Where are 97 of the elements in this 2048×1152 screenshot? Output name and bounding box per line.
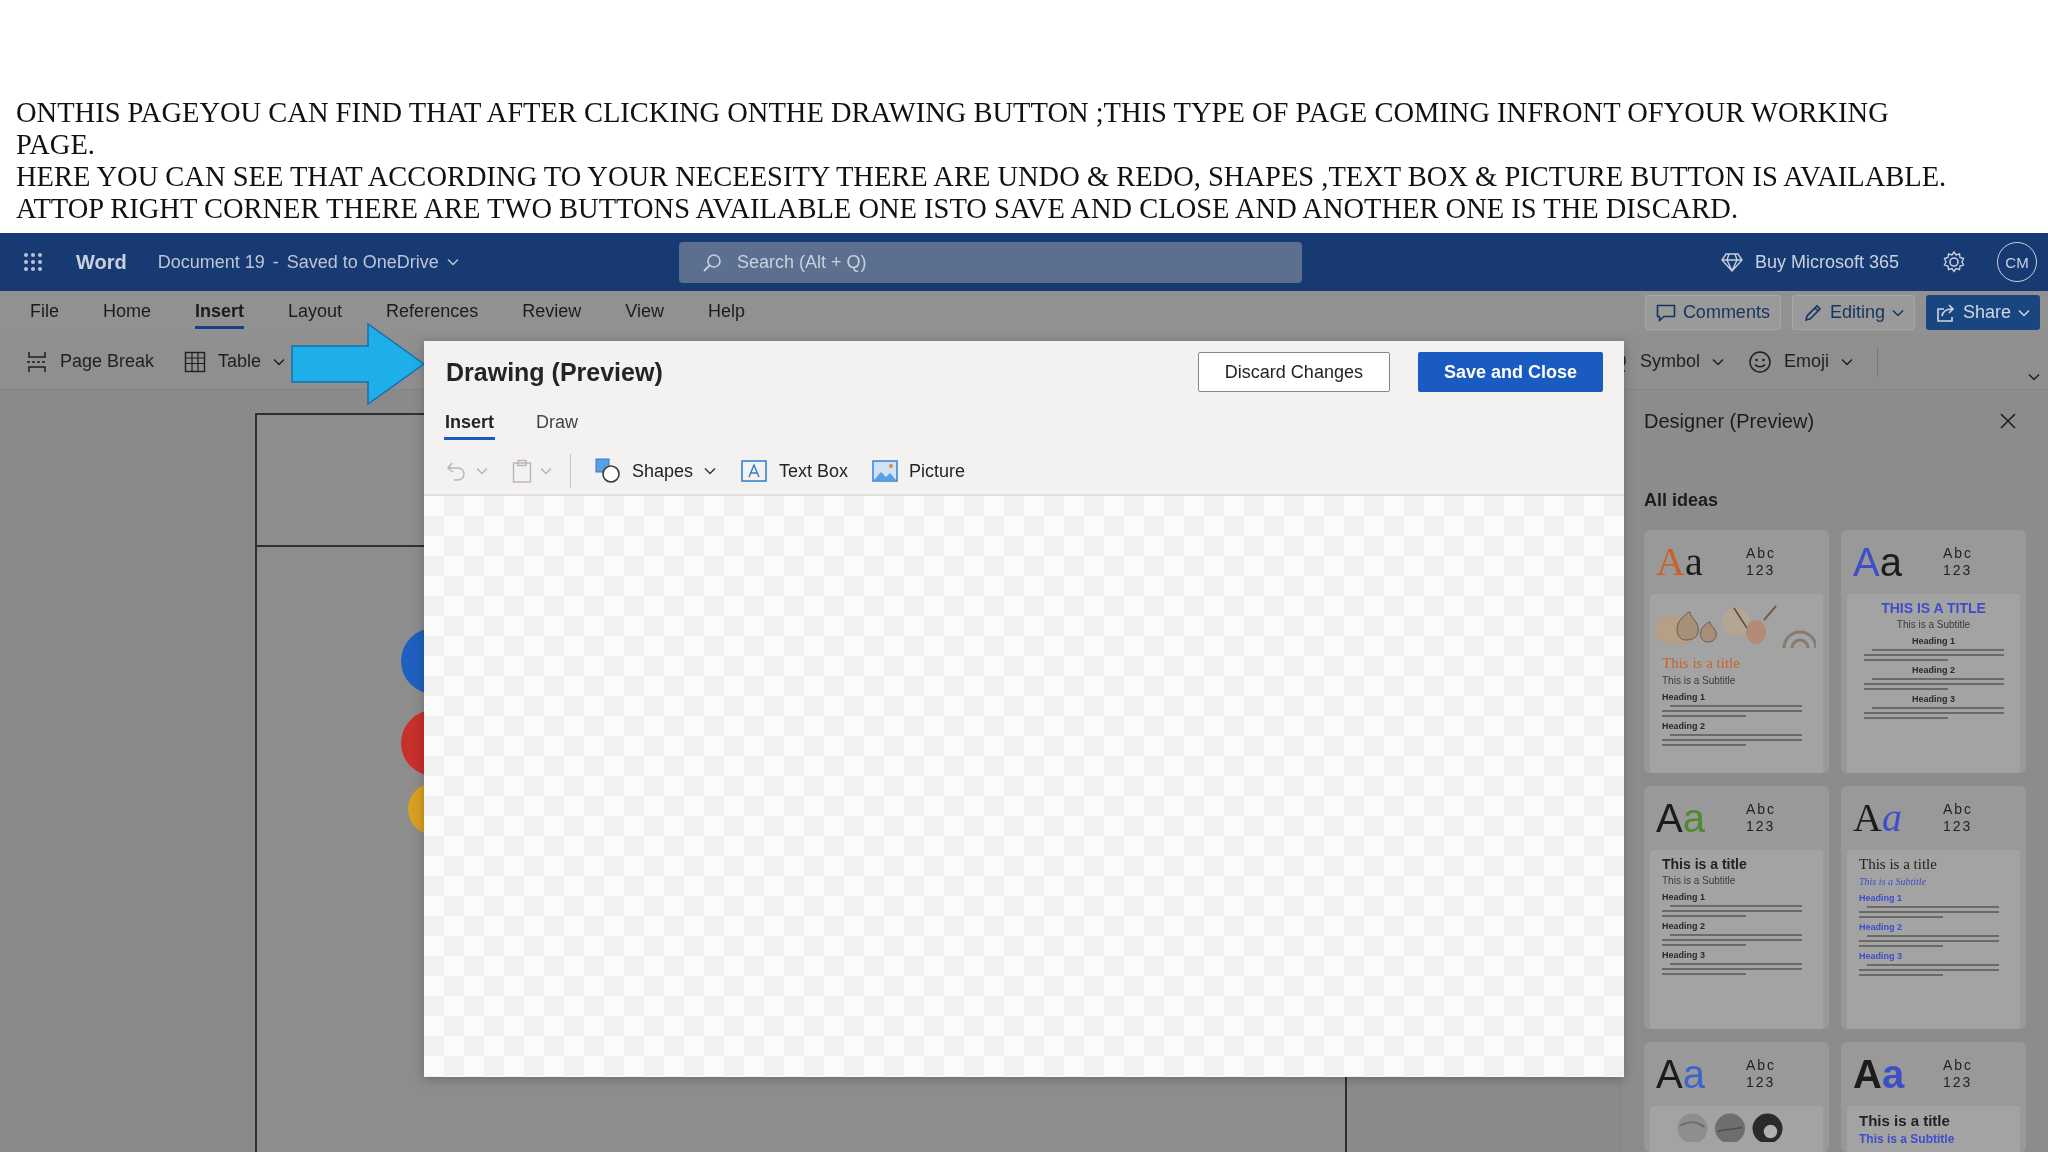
shapes-icon [595, 458, 621, 484]
section-heading: All ideas [1644, 490, 1720, 511]
text-box-icon [740, 459, 769, 483]
ribbon-tab[interactable]: View [625, 296, 664, 329]
sample-digits: 123 [1943, 562, 1974, 579]
ribbon-tab[interactable]: Insert [195, 296, 245, 329]
font-sample: Aa [1852, 798, 1903, 838]
ribbon-action-button[interactable]: Share [1925, 295, 2040, 330]
diamond-icon [1720, 252, 1743, 272]
sample-digits: 123 [1746, 818, 1777, 835]
font-sample: Aa [1852, 1054, 1906, 1094]
preview-heading: Heading 2 [1859, 922, 1902, 932]
preview-subtitle: This is a Subtitle [1662, 675, 1736, 686]
sample-digits: 123 [1746, 562, 1777, 579]
sample-digits: 123 [1943, 1074, 1974, 1091]
preview-subtitle: This is a Subtitle [1859, 1132, 1955, 1146]
design-idea-card[interactable]: Aa Abc 123 [1644, 1042, 1829, 1152]
preview-title: This is a title [1859, 1112, 1950, 1129]
dialog-title: Drawing (Preview) [446, 357, 663, 387]
document-title-button[interactable]: Document 19 - Saved to OneDrive [157, 251, 459, 273]
sample-digits: 123 [1943, 818, 1974, 835]
smiley-icon [1748, 349, 1772, 374]
dialog-tab[interactable]: Draw [535, 412, 580, 440]
caption-text: ONTHIS PAGEYOU CAN FIND THAT AFTER CLICKING ONTHE DRAWING BUTTON ;THIS TYPE OF PAGE COMING INFRONT OFYOUR WORKING PAGE. [16, 97, 1890, 161]
text-box-button[interactable]: Text Box [740, 459, 849, 483]
settings-icon [1942, 250, 1966, 274]
app-name: Word [76, 250, 127, 274]
sample-digits: 123 [1746, 1074, 1777, 1091]
preview-title: This is a title [1662, 655, 1740, 672]
preview-subtitle: This is a Subtitle [1859, 876, 1926, 887]
comment-icon [1655, 303, 1676, 322]
preview-heading: Heading 1 [1662, 892, 1705, 902]
preview-title: This is a title [1662, 856, 1747, 872]
ribbon-action-button[interactable]: Comments [1644, 295, 1781, 330]
caption-text: HERE YOU CAN SEE THAT ACCORDING TO YOUR NECEESITY THERE ARE UNDO & REDO, SHAPES ,TEXT BOX & PICTURE BUTTON IS AVAILABLE. [16, 161, 1948, 193]
toolbar-button[interactable]: Table [184, 350, 286, 373]
ribbon-action-button[interactable]: Editing [1791, 295, 1915, 330]
picture-button[interactable]: Picture [872, 460, 966, 482]
ribbon-tab[interactable]: File [30, 296, 59, 329]
shapes-button[interactable]: Shapes [595, 458, 717, 484]
preview-subtitle: This is a Subtitle [1662, 875, 1736, 886]
pencil-icon [1802, 302, 1823, 323]
preview-heading: Heading 2 [1912, 665, 1955, 675]
toolbar-button[interactable]: Emoji [1748, 349, 1853, 374]
dialog-tab[interactable]: Insert [444, 412, 496, 440]
design-idea-card[interactable]: Aa Abc 123 This is a title This is a Subtitle [1841, 1042, 2026, 1152]
table-icon [184, 350, 207, 373]
ribbon-tab[interactable]: Layout [288, 296, 343, 329]
font-sample: Aa [1655, 798, 1706, 838]
design-idea-card[interactable]: Aa Abc 123 This is a title This is a Subtitle Heading 1 Heading 2 [1644, 530, 1829, 773]
save-button[interactable]: Save and Close [1417, 352, 1603, 392]
panel-title: Designer (Preview) [1644, 409, 1815, 433]
sample-letters: Abc [1943, 801, 1974, 818]
sample-letters: Abc [1746, 1057, 1777, 1074]
search-icon [701, 251, 723, 274]
app-launcher-icon [23, 252, 43, 272]
design-idea-card[interactable]: Aa Abc 123 THIS IS A TITLE This is a Subtitle Heading 1 Heading 2 Heading 3 [1841, 530, 2026, 773]
undo-icon [446, 460, 468, 482]
ribbon-tab[interactable]: Home [103, 296, 152, 329]
toolbar-button[interactable]: Page Break [26, 350, 155, 373]
share-icon [1935, 303, 1956, 322]
collapse-ribbon-button[interactable] [2028, 373, 2040, 381]
clipboard-icon [512, 459, 532, 483]
search-field[interactable]: Search (Alt + Q) [679, 241, 1302, 283]
preview-heading: Heading 3 [1912, 694, 1955, 704]
page-break-icon [26, 350, 48, 373]
sample-letters: Abc [1746, 545, 1777, 562]
font-sample: Aa [1852, 542, 1903, 582]
chevron-down-icon [446, 258, 459, 266]
preview-heading: Heading 2 [1662, 721, 1705, 731]
sample-letters: Abc [1943, 545, 1974, 562]
preview-heading: Heading 3 [1859, 951, 1902, 961]
preview-heading: Heading 1 [1912, 636, 1955, 646]
ribbon-tab[interactable]: Help [707, 296, 745, 329]
chevron-down-icon [2028, 373, 2040, 381]
sample-letters: Abc [1746, 801, 1777, 818]
preview-heading: Heading 3 [1662, 950, 1705, 960]
caption-text: ATTOP RIGHT CORNER THERE ARE TWO BUTTONS AVAILABLE ONE ISTO SAVE AND CLOSE AND ANOTHER ONE IS THE DISCARD. [16, 193, 1739, 225]
ribbon-tab[interactable]: References [386, 296, 479, 329]
close-icon [1999, 412, 2017, 430]
picture-icon [872, 460, 899, 482]
preview-title: This is a title [1859, 856, 1937, 873]
font-sample: Aa [1655, 1054, 1706, 1094]
discard-button[interactable]: Discard Changes [1197, 352, 1390, 392]
preview-title: THIS IS A TITLE [1881, 600, 1986, 616]
app-launcher-button[interactable] [22, 251, 44, 273]
preview-heading: Heading 1 [1859, 893, 1902, 903]
settings-button[interactable] [1941, 249, 1967, 275]
buy-link[interactable]: Buy Microsoft 365 [1720, 251, 1899, 273]
font-sample: Aa [1655, 542, 1704, 582]
preview-heading: Heading 2 [1662, 921, 1705, 931]
design-idea-card[interactable]: Aa Abc 123 This is a title This is a Subtitle Heading 1 Heading 2 Heading 3 [1841, 786, 2026, 1029]
preview-heading: Heading 1 [1662, 692, 1705, 702]
preview-subtitle: This is a Subtitle [1896, 619, 1971, 630]
sample-letters: Abc [1943, 1057, 1974, 1074]
design-idea-card[interactable]: Aa Abc 123 This is a title This is a Subtitle Heading 1 Heading 2 Heading 3 [1644, 786, 1829, 1029]
ribbon-tab[interactable]: Review [522, 296, 582, 329]
